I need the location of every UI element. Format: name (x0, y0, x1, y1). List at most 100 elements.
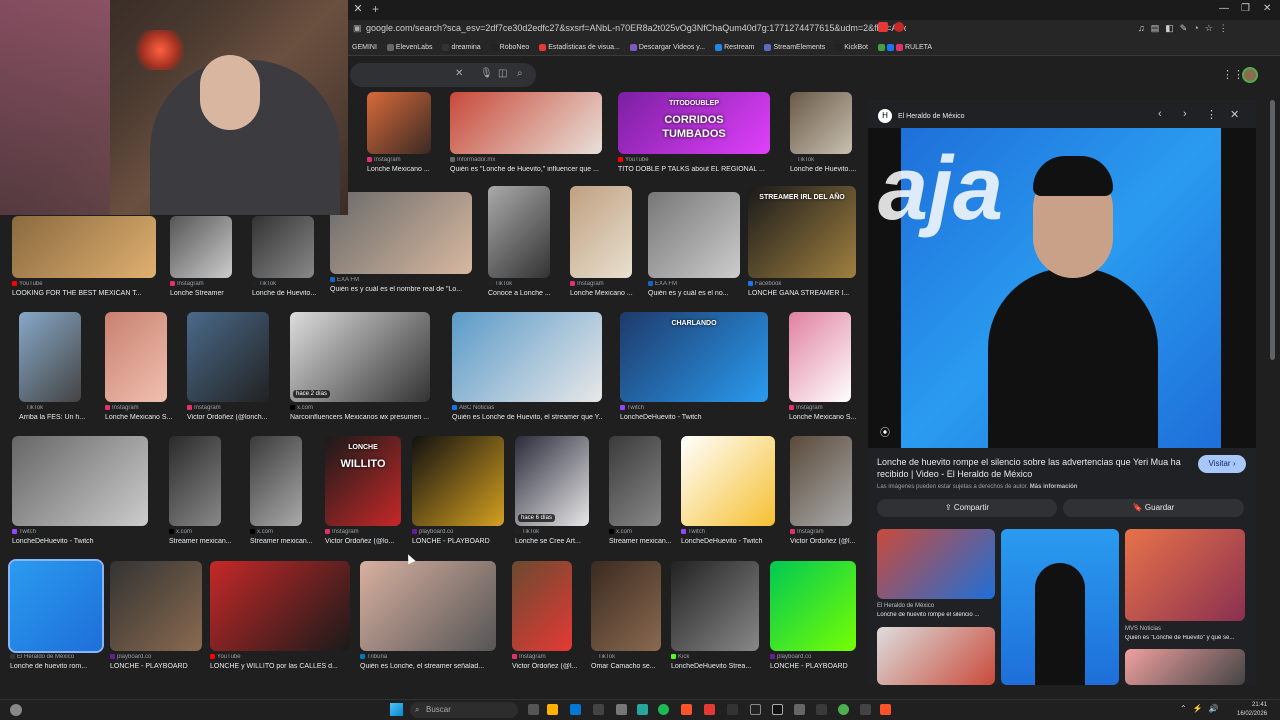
result-thumbnail[interactable] (19, 312, 81, 402)
preview-title[interactable]: Lonche de huevito rompe el silencio sobr… (877, 456, 1187, 480)
brave-icon[interactable] (681, 704, 692, 715)
result-thumbnail[interactable] (671, 561, 759, 651)
chrome-icon[interactable] (838, 704, 849, 715)
result-title[interactable]: LONCHE - PLAYBOARD (110, 663, 220, 670)
search-icon[interactable]: ⌕ (517, 68, 523, 79)
result-title[interactable]: Narcoinfluencers Mexicanos мx presumen .… (290, 414, 430, 421)
result-thumbnail[interactable] (790, 436, 852, 526)
close-tab-icon[interactable]: ✕ (348, 2, 368, 18)
new-tab-icon[interactable]: + (372, 2, 379, 16)
result-thumbnail[interactable] (250, 436, 302, 526)
result-title[interactable]: TITO DOBLE P TALKS about EL REGIONAL ... (618, 166, 770, 173)
result-title[interactable]: Quién es "Lonche de Huevito," influencer… (450, 166, 602, 173)
result-title[interactable]: LoncheDeHuevito Strea... (671, 663, 781, 670)
spotify-icon[interactable] (658, 704, 669, 715)
related-image[interactable] (1125, 649, 1245, 685)
result-thumbnail[interactable] (648, 192, 740, 278)
camera-search-icon[interactable]: ◫ (498, 68, 507, 79)
result-title[interactable]: LoncheDeHuevito - Twitch (12, 538, 148, 545)
app-icon[interactable] (637, 704, 648, 715)
account-avatar[interactable] (1242, 67, 1258, 83)
result-thumbnail[interactable] (210, 561, 350, 651)
search-box[interactable]: ✕ 🎙 ◫ ⌕ (350, 63, 536, 87)
bookmark[interactable]: Estadísticas de visua... (539, 44, 620, 51)
toolbar-icons[interactable]: ♫▤◧✎◔☆⋮ (1138, 23, 1234, 34)
result-thumbnail[interactable] (609, 436, 661, 526)
result-title[interactable]: LONCHE - PLAYBOARD (412, 538, 522, 545)
app-icon[interactable] (616, 704, 627, 715)
app-icon[interactable] (860, 704, 871, 715)
result-title[interactable]: Lonche de huevito rom... (10, 663, 120, 670)
result-title[interactable]: Victor Ordoñez (@lonch... (187, 414, 297, 421)
bookmark[interactable]: KickBot (835, 44, 868, 51)
result-thumbnail[interactable]: LONCHE WILLITO (325, 436, 401, 526)
bookmark[interactable]: dreamina (442, 44, 481, 51)
bookmark-page-icon[interactable]: ▣ (353, 23, 362, 34)
result-title[interactable]: LONCHE y WILLITO por las CALLES d... (210, 663, 350, 670)
clock[interactable]: 21:41 16/02/2026 (1237, 701, 1267, 719)
result-title[interactable]: Quién es Lonche de Huevito, el streamer … (452, 414, 602, 421)
bookmark[interactable]: ElevenLabs (386, 44, 432, 51)
panel-source[interactable]: H El Heraldo de México (878, 109, 965, 123)
app-icon[interactable] (772, 704, 783, 715)
bookmark[interactable]: RoboNeo (490, 44, 529, 51)
app-icon[interactable] (704, 704, 715, 715)
close-panel-icon[interactable]: ✕ (1230, 108, 1239, 121)
result-title[interactable]: Quién es y cuál es el nombre real de "Lo… (330, 286, 472, 293)
result-thumbnail[interactable]: STREAMER IRL DEL AÑO (748, 186, 856, 278)
result-thumbnail[interactable] (12, 436, 148, 526)
windows-start-icon[interactable] (390, 703, 403, 716)
lens-icon[interactable]: ⦿ (880, 424, 890, 439)
related-title[interactable]: Quién es "Lonche de Huevito" y qué se... (1125, 635, 1245, 641)
result-thumbnail[interactable] (367, 92, 431, 154)
minimize-icon[interactable]: — (1219, 3, 1229, 14)
address-bar[interactable]: google.com/search?sca_esv=2df7ce30d2edfc… (366, 23, 906, 37)
related-title[interactable]: Lonche de huevito rompe el silencio ... (877, 612, 995, 618)
result-title[interactable]: LoncheDeHuevito - Twitch (681, 538, 791, 545)
result-title[interactable]: Quién es y cuál es el no... (648, 290, 758, 297)
result-thumbnail[interactable] (570, 186, 632, 278)
result-thumbnail[interactable] (790, 92, 852, 154)
result-thumbnail[interactable] (170, 216, 232, 278)
result-title[interactable]: LOOKING FOR THE BEST MEXICAN T... (12, 290, 156, 297)
clear-search-icon[interactable]: ✕ (455, 68, 463, 79)
related-image[interactable] (877, 529, 995, 599)
app-icon[interactable] (727, 704, 738, 715)
bookmark[interactable]: StreamElements (764, 44, 825, 51)
result-title[interactable]: Quién es Lonche, el streamer señalad... (360, 663, 496, 670)
result-thumbnail[interactable] (412, 436, 504, 526)
file-explorer-icon[interactable] (547, 704, 558, 715)
extension-icon[interactable] (878, 22, 888, 32)
app-icon[interactable] (794, 704, 805, 715)
microphone-icon[interactable]: 🎙 (480, 68, 493, 79)
related-image[interactable] (877, 627, 995, 685)
result-thumbnail[interactable]: hace 2 días (290, 312, 430, 402)
related-image[interactable] (1001, 529, 1119, 685)
result-thumbnail[interactable] (110, 561, 202, 651)
result-thumbnail[interactable] (105, 312, 167, 402)
result-thumbnail[interactable] (681, 436, 775, 526)
weather-icon[interactable] (10, 704, 22, 716)
share-button[interactable]: ⇪ Compartir (877, 499, 1057, 517)
bookmark[interactable]: GEMINI (352, 44, 377, 51)
taskbar-search[interactable]: ⌕ Buscar (410, 702, 518, 718)
window-close-icon[interactable]: ✕ (1263, 3, 1271, 14)
scrollbar[interactable] (1270, 100, 1275, 360)
system-tray-icons[interactable]: ⌃⚡🔊 (1180, 704, 1225, 713)
result-thumbnail[interactable] (169, 436, 221, 526)
result-thumbnail[interactable]: hace 6 días (515, 436, 589, 526)
next-image-icon[interactable]: › (1183, 108, 1187, 120)
result-title[interactable]: LONCHE GANA STREAMER I... (748, 290, 858, 297)
result-thumbnail[interactable]: TITODOUBLEP CORRIDOS TUMBADOS (618, 92, 770, 154)
prev-image-icon[interactable]: ‹ (1158, 108, 1162, 120)
related-image[interactable] (1125, 529, 1245, 621)
result-title[interactable]: LONCHE - PLAYBOARD (770, 663, 880, 670)
app-icon[interactable] (816, 704, 827, 715)
bookmark[interactable]: Restream (715, 44, 754, 51)
result-title[interactable]: LoncheDeHuevito - Twitch (620, 414, 768, 421)
app-icon[interactable] (593, 704, 604, 715)
result-thumbnail[interactable] (512, 561, 572, 651)
result-thumbnail[interactable] (789, 312, 851, 402)
result-thumbnail[interactable] (770, 561, 856, 651)
result-thumbnail[interactable] (450, 92, 602, 154)
